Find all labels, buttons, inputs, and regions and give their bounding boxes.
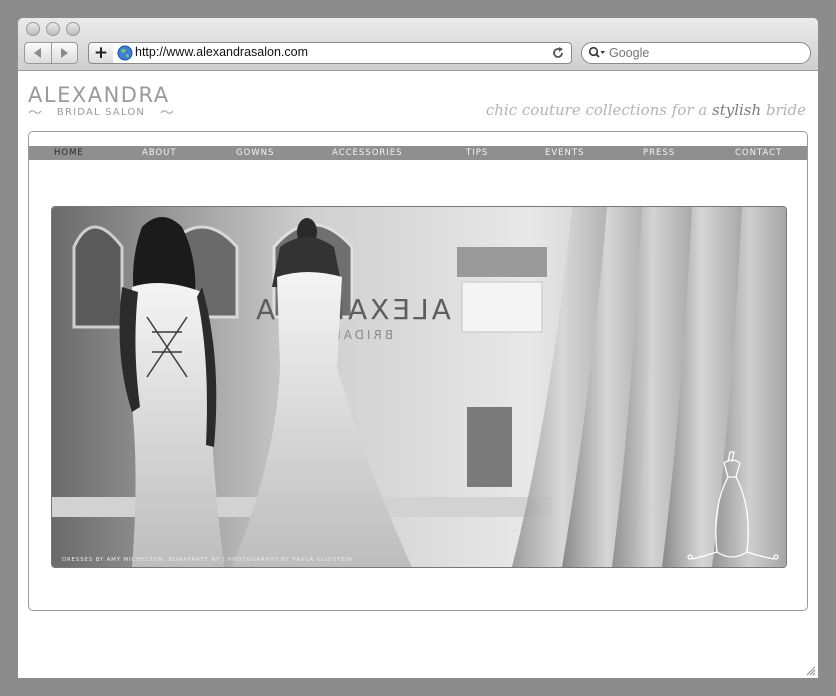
hero-photo-illustration: ALEXANDRA BRIDAL (52, 207, 786, 567)
window-arch (72, 225, 124, 329)
nav-events[interactable]: EVENTS (545, 146, 585, 160)
globe-icon (117, 45, 133, 61)
web-page: ALEXANDRA BRIDAL SALON chic couture coll… (18, 71, 818, 678)
resize-grip-icon[interactable] (804, 664, 816, 676)
logo-subtitle: BRIDAL SALON (56, 106, 146, 118)
logo-subtitle-row: BRIDAL SALON (28, 106, 174, 118)
zoom-window-button[interactable] (66, 22, 80, 36)
close-window-button[interactable] (26, 22, 40, 36)
tagline-text: chic couture collections for a (485, 101, 713, 119)
search-icon (588, 46, 605, 58)
nav-home[interactable]: HOME (54, 146, 84, 160)
flourish-icon (28, 110, 42, 114)
nav-accessories[interactable]: ACCESSORIES (332, 146, 403, 160)
forward-arrow-icon (61, 48, 68, 58)
nav-tips[interactable]: TIPS (466, 146, 488, 160)
tagline-emphasis: stylish (712, 101, 762, 119)
back-button[interactable] (25, 43, 52, 63)
window-sign-sub: BRIDAL (331, 328, 393, 342)
browser-toolbar: + http://www.alexandrasalon.com (18, 18, 818, 71)
flourish-icon (160, 110, 174, 114)
back-arrow-icon (34, 48, 41, 58)
tagline-text-end: bride (761, 101, 806, 119)
awning (457, 247, 547, 277)
logo-title[interactable]: ALEXANDRA (28, 83, 170, 107)
nav-gowns[interactable]: GOWNS (236, 146, 274, 160)
storefront-window (467, 407, 512, 487)
building-window (461, 281, 543, 333)
content-frame: HOME ABOUT GOWNS ACCESSORIES TIPS EVENTS… (28, 131, 808, 611)
hero-photo: ALEXANDRA BRIDAL DRESSES BY AMY MICHELSO… (51, 206, 787, 568)
tagline: chic couture collections for a stylish b… (486, 101, 806, 119)
search-field[interactable] (581, 42, 811, 64)
nav-contact[interactable]: CONTACT (735, 146, 782, 160)
nav-press[interactable]: PRESS (643, 146, 675, 160)
history-buttons (24, 42, 78, 64)
address-bar[interactable]: http://www.alexandrasalon.com (113, 42, 572, 64)
forward-button[interactable] (51, 43, 77, 63)
browser-window: + http://www.alexandrasalon.com ALEXANDR (18, 18, 818, 678)
url-text: http://www.alexandrasalon.com (135, 45, 309, 59)
main-nav: HOME ABOUT GOWNS ACCESSORIES TIPS EVENTS… (29, 146, 807, 160)
add-bookmark-button[interactable]: + (88, 42, 114, 64)
minimize-window-button[interactable] (46, 22, 60, 36)
nav-about[interactable]: ABOUT (142, 146, 177, 160)
search-input[interactable] (609, 45, 799, 61)
photo-credit: DRESSES BY AMY MICHELSON, BONAPARTE NY |… (62, 557, 353, 563)
reload-icon[interactable] (551, 46, 565, 60)
